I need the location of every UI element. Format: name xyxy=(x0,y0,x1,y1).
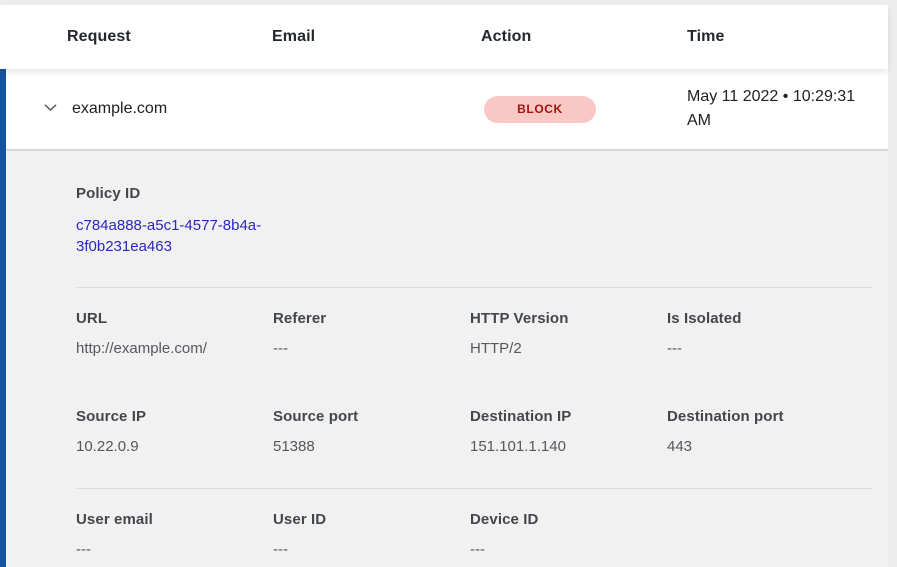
field-label: URL xyxy=(76,310,259,327)
field-destination-port: Destination port 443 xyxy=(667,408,864,455)
request-details-panel: Policy ID c784a888-a5c1-4577-8b4a-3f0b23… xyxy=(6,151,888,567)
collapse-row-button[interactable] xyxy=(40,99,60,119)
field-is-isolated: Is Isolated --- xyxy=(667,310,864,357)
field-url: URL http://example.com/ xyxy=(76,310,273,357)
chevron-down-icon xyxy=(42,99,59,119)
field-label: Destination port xyxy=(667,408,850,425)
field-value: --- xyxy=(667,340,850,357)
field-label: User email xyxy=(76,511,259,528)
details-grid-row: Source IP 10.22.0.9 Source port 51388 De… xyxy=(76,408,872,455)
column-header-email: Email xyxy=(272,28,481,46)
field-value: HTTP/2 xyxy=(470,340,653,357)
field-value: --- xyxy=(76,541,259,558)
request-cell: example.com xyxy=(6,99,272,119)
request-domain: example.com xyxy=(72,100,167,118)
requests-table-card: Request Email Action Time example.com BL… xyxy=(0,5,888,567)
field-label: Is Isolated xyxy=(667,310,850,327)
field-value: 443 xyxy=(667,438,850,455)
field-value: 10.22.0.9 xyxy=(76,438,259,455)
field-user-id: User ID --- xyxy=(273,511,470,558)
field-label: Source port xyxy=(273,408,456,425)
field-label: Device ID xyxy=(470,511,653,528)
section-divider xyxy=(76,488,872,489)
field-value: --- xyxy=(273,340,456,357)
policy-id-block: Policy ID c784a888-a5c1-4577-8b4a-3f0b23… xyxy=(76,185,872,257)
field-referer: Referer --- xyxy=(273,310,470,357)
field-label: Referer xyxy=(273,310,456,327)
time-cell: May 11 2022 • 10:29:31 AM xyxy=(687,85,877,133)
action-cell: BLOCK xyxy=(481,96,687,123)
field-value: --- xyxy=(273,541,456,558)
expanded-row-section: example.com BLOCK May 11 2022 • 10:29:31… xyxy=(0,69,888,567)
column-header-time: Time xyxy=(687,28,888,46)
field-label: HTTP Version xyxy=(470,310,653,327)
field-label: Source IP xyxy=(76,408,259,425)
table-header-row: Request Email Action Time xyxy=(0,5,888,69)
field-value: http://example.com/ xyxy=(76,340,259,357)
policy-id-label: Policy ID xyxy=(76,185,872,202)
field-destination-ip: Destination IP 151.101.1.140 xyxy=(470,408,667,455)
block-action-badge: BLOCK xyxy=(484,96,596,123)
field-source-port: Source port 51388 xyxy=(273,408,470,455)
policy-id-link[interactable]: c784a888-a5c1-4577-8b4a-3f0b231ea463 xyxy=(76,215,281,257)
field-device-id: Device ID --- xyxy=(470,511,667,558)
field-value: --- xyxy=(470,541,653,558)
column-header-request: Request xyxy=(67,28,272,46)
field-label: User ID xyxy=(273,511,456,528)
field-label: Destination IP xyxy=(470,408,653,425)
column-header-action: Action xyxy=(481,28,687,46)
field-user-email: User email --- xyxy=(76,511,273,558)
details-grid-row: User email --- User ID --- Device ID --- xyxy=(76,511,872,558)
section-divider xyxy=(76,287,872,288)
field-value: 151.101.1.140 xyxy=(470,438,653,455)
field-http-version: HTTP Version HTTP/2 xyxy=(470,310,667,357)
table-row[interactable]: example.com BLOCK May 11 2022 • 10:29:31… xyxy=(6,69,888,149)
field-source-ip: Source IP 10.22.0.9 xyxy=(76,408,273,455)
details-grid-row: URL http://example.com/ Referer --- HTTP… xyxy=(76,310,872,357)
field-value: 51388 xyxy=(273,438,456,455)
